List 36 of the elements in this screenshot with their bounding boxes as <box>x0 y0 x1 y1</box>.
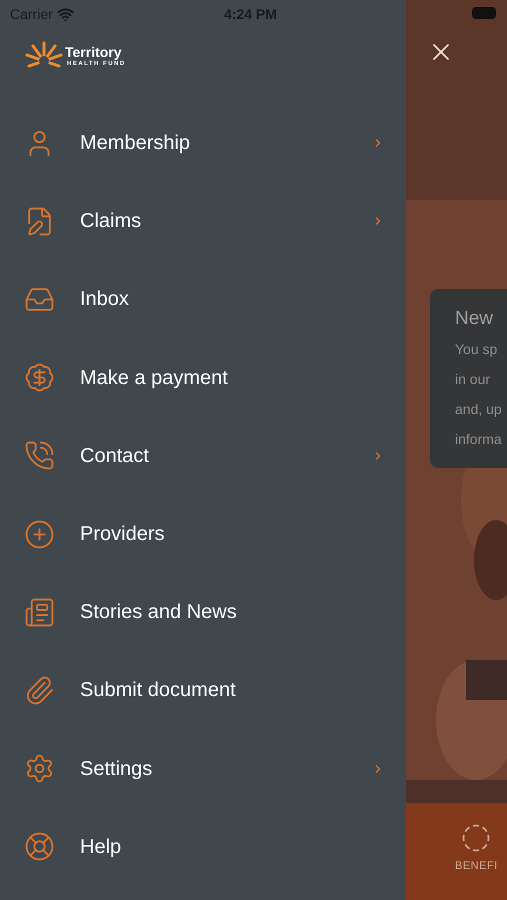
menu-item[interactable]: Providers <box>0 494 406 574</box>
plus-circle-icon <box>24 518 55 550</box>
card-text-line: informa <box>455 430 503 448</box>
menu-label: Providers <box>80 522 164 548</box>
menu-label: Contact <box>80 444 149 469</box>
menu-label: Claims <box>80 209 142 234</box>
menu-label: Stories and News <box>80 600 237 626</box>
menu-label: Inbox <box>80 287 129 312</box>
menu-item[interactable]: Settings <box>0 730 406 808</box>
menu-label: Submit document <box>80 678 236 704</box>
menu-label: Make a payment <box>80 366 228 391</box>
ring-icon <box>461 823 492 853</box>
menu-item[interactable]: Inbox <box>0 260 406 339</box>
menu-label: Help <box>80 834 122 860</box>
tab[interactable]: BENEFI <box>406 803 498 900</box>
phone-icon <box>24 440 55 472</box>
menu-item[interactable]: Make a payment <box>0 338 406 417</box>
lifebuoy-icon <box>24 831 55 862</box>
menu-label: Settings <box>80 756 152 782</box>
menu-item[interactable]: Claims <box>0 182 406 260</box>
card-title: New <box>455 307 494 331</box>
menu-item[interactable]: Stories and News <box>0 573 406 652</box>
card-text-line: and, up <box>455 400 503 419</box>
menu-item[interactable]: Contact <box>0 416 406 495</box>
paperclip-icon <box>24 674 55 706</box>
card-text-line: You sp <box>455 340 498 359</box>
wifi-icon <box>56 6 74 22</box>
menu-label: Membership <box>80 131 190 156</box>
gear-icon <box>24 753 55 784</box>
card-text-line: in our <box>455 370 492 388</box>
logo-name: Territory <box>65 45 123 59</box>
menu-item[interactable]: Membership <box>0 104 406 182</box>
battery-icon <box>472 7 496 19</box>
menu-item[interactable]: Submit document <box>0 651 406 730</box>
newspaper-icon <box>24 596 55 628</box>
menu-item[interactable]: Help <box>0 808 406 886</box>
